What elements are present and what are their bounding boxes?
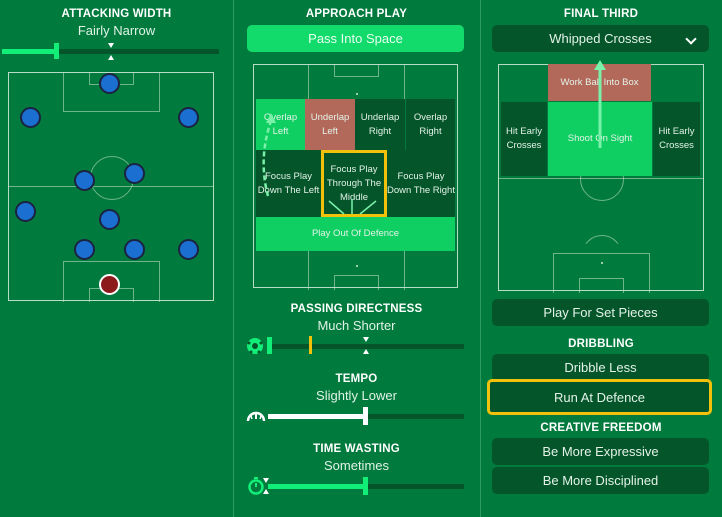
creative-freedom-heading: CREATIVE FREEDOM	[540, 422, 662, 434]
slider-fill	[268, 414, 366, 419]
player-marker[interactable]	[20, 107, 41, 128]
passing-directness-value: Much Shorter	[317, 318, 396, 333]
slider-fill	[2, 49, 56, 54]
passing-directness-heading: PASSING DIRECTNESS	[290, 303, 423, 315]
football-icon	[247, 338, 263, 354]
chevron-down-icon	[685, 33, 697, 45]
speedometer-icon	[246, 411, 266, 422]
final-third-dropdown-value: Whipped Crosses	[549, 31, 652, 46]
dribbling-heading: DRIBBLING	[568, 338, 634, 350]
slider-knob[interactable]	[54, 43, 59, 59]
approach-play-heading: APPROACH PLAY	[305, 8, 408, 20]
player-marker[interactable]	[178, 239, 199, 260]
overlap-arrow-icon	[262, 113, 377, 215]
goal-box	[579, 278, 624, 293]
slider-fill	[268, 484, 366, 489]
dribble-less-button[interactable]: Dribble Less	[492, 354, 709, 381]
default-marker	[108, 55, 114, 60]
default-marker	[263, 478, 269, 483]
zone-hit-early-crosses-left[interactable]: Hit Early Crosses	[501, 102, 547, 176]
player-marker[interactable]	[15, 201, 36, 222]
penalty-spot	[356, 93, 358, 95]
slider-knob[interactable]	[309, 336, 312, 354]
penalty-spot	[356, 265, 358, 267]
play-for-set-pieces-button[interactable]: Play For Set Pieces	[492, 299, 709, 326]
forward-arrow-icon	[594, 60, 606, 148]
attacking-width-heading: ATTACKING WIDTH	[61, 8, 172, 20]
final-third-dropdown[interactable]: Whipped Crosses	[492, 25, 709, 52]
final-third-heading: FINAL THIRD	[563, 8, 639, 20]
approach-play-panel: APPROACH PLAY Pass Into Space Overlap Le…	[234, 0, 479, 517]
time-wasting-value: Sometimes	[323, 458, 390, 473]
tempo-value: Slightly Lower	[316, 388, 397, 403]
slider-knob[interactable]	[363, 407, 368, 425]
player-marker[interactable]	[74, 239, 95, 260]
slider-start	[267, 337, 272, 354]
goalkeeper-marker[interactable]	[99, 274, 120, 295]
approach-play-selected-button[interactable]: Pass Into Space	[247, 25, 464, 52]
player-marker[interactable]	[74, 170, 95, 191]
be-more-disciplined-button[interactable]: Be More Disciplined	[492, 467, 709, 494]
player-marker[interactable]	[99, 73, 120, 94]
attacking-width-panel: ATTACKING WIDTH Fairly Narrow	[0, 0, 233, 517]
formation-pitch	[8, 72, 214, 302]
player-marker[interactable]	[178, 107, 199, 128]
final-third-panel: FINAL THIRD Whipped Crosses Work Ball In…	[480, 0, 722, 517]
goal-box	[334, 64, 379, 77]
attacking-width-value: Fairly Narrow	[77, 23, 156, 38]
tempo-heading: TEMPO	[335, 373, 378, 385]
player-marker[interactable]	[124, 163, 145, 184]
player-marker[interactable]	[124, 239, 145, 260]
be-more-expressive-button[interactable]: Be More Expressive	[492, 438, 709, 465]
default-marker	[263, 489, 269, 494]
slider-knob[interactable]	[363, 477, 368, 495]
run-at-defence-button[interactable]: Run At Defence	[487, 379, 712, 415]
time-wasting-heading: TIME WASTING	[313, 443, 400, 455]
default-marker	[363, 349, 369, 354]
default-marker	[363, 337, 369, 342]
default-marker	[108, 43, 114, 48]
penalty-spot	[601, 262, 603, 264]
goal-box	[334, 275, 379, 290]
player-marker[interactable]	[99, 209, 120, 230]
zone-hit-early-crosses-right[interactable]: Hit Early Crosses	[653, 102, 700, 176]
